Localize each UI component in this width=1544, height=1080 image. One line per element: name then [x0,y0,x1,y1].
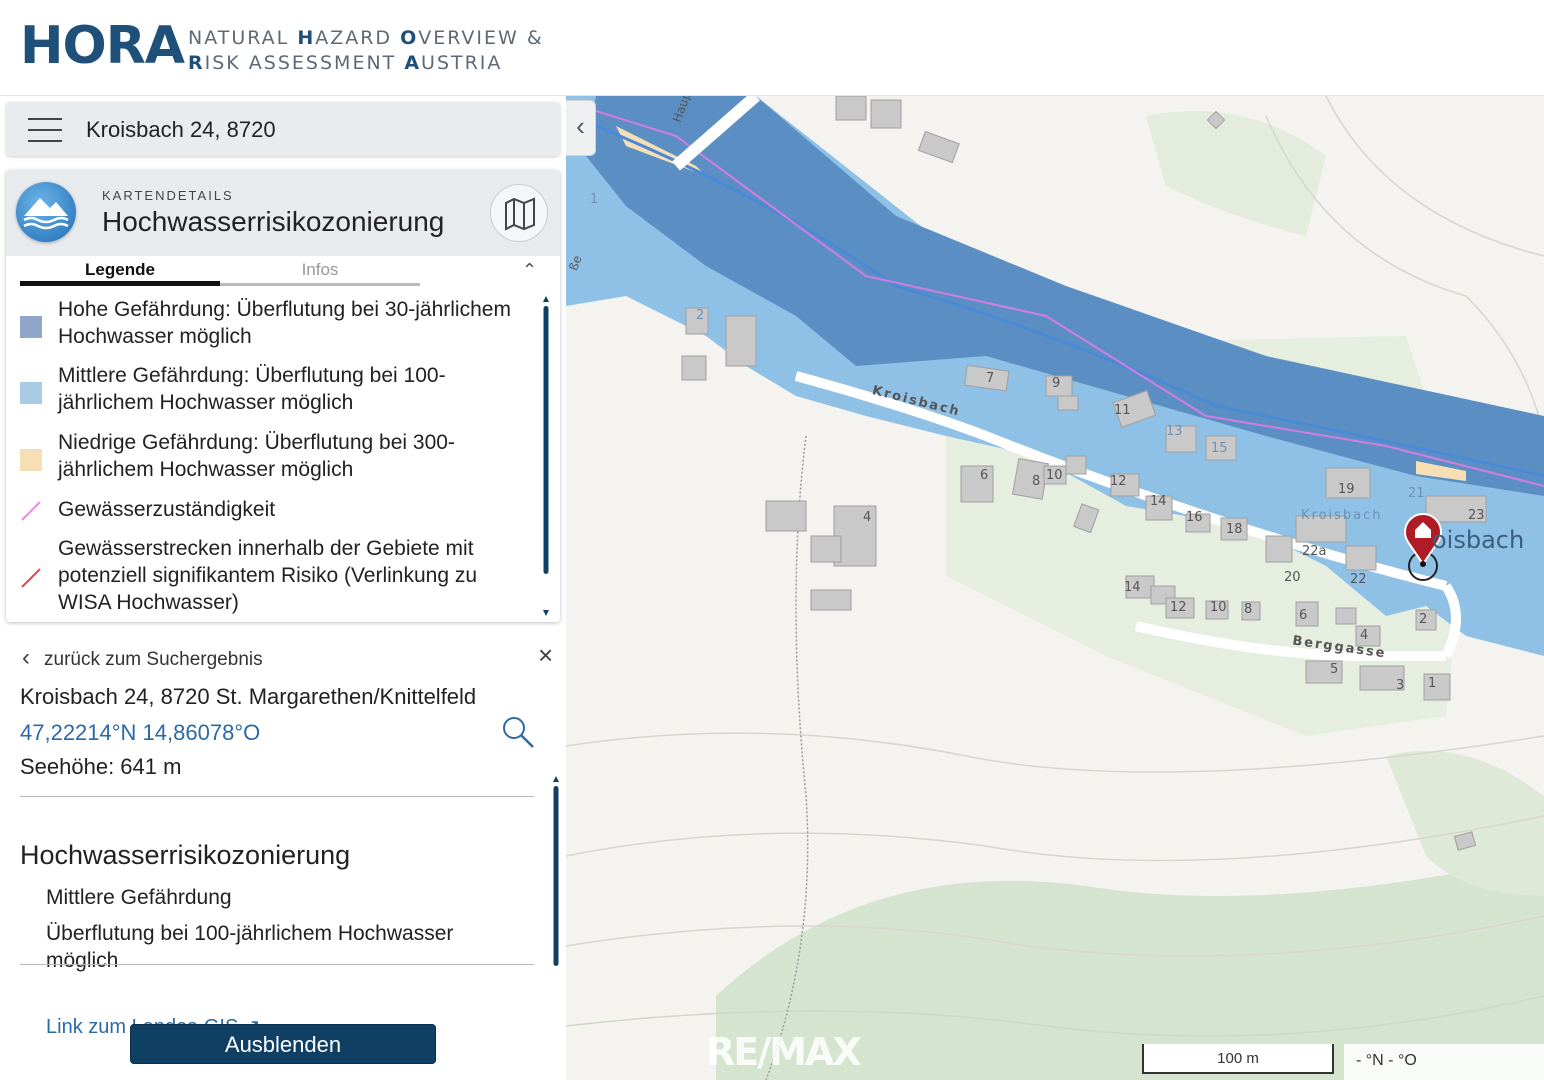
hide-button[interactable]: Ausblenden [130,1024,436,1064]
legend-item: Gewässerzuständigkeit [20,496,530,526]
house-number: 11 [1114,403,1131,418]
house-number: 10 [1210,600,1227,615]
watermark: RE/MAX [706,1030,862,1074]
divider [20,964,534,965]
legend-swatch-high [20,316,42,338]
house-number: 8 [1032,474,1041,489]
sidebar: Kroisbach 24, 8720 KARTENDETAILS Hochwas… [0,96,566,1080]
house-number: 20 [1284,570,1301,585]
house-number: 22a [1302,544,1327,559]
search-icon[interactable] [500,714,536,750]
menu-icon[interactable] [28,118,62,142]
legend-swatch-medium [20,382,42,404]
house-number: 21 [1408,486,1425,501]
legend-scrollbar[interactable] [542,296,550,620]
house-number: 1 [1428,676,1437,691]
forest-area [1386,751,1544,896]
details-header: KARTENDETAILS Hochwasserrisikozonierung [6,170,560,256]
coordinate-readout: - °N - °O [1344,1044,1544,1080]
house-number: 12 [1170,600,1187,615]
street-label: Kroisbach [1301,508,1383,523]
house-number: 8 [1244,602,1253,617]
legend-line-pink [21,501,41,521]
legend-item: Hohe Gefährdung: Überflutung bei 30-jähr… [20,296,530,356]
chevron-left-icon: ‹ [576,111,585,141]
result-scrollbar[interactable] [552,776,560,1080]
legend-swatch-low [20,449,42,471]
app-header: HORA NATURAL HAZARD OVERVIEW & RISK ASSE… [0,0,1544,96]
hora-logo[interactable]: HORA [20,16,185,76]
elevation: Seehöhe: 641 m [20,754,182,779]
collapse-sidebar-button[interactable]: ‹ [566,100,596,156]
house-number: 14 [1150,494,1167,509]
chevron-left-icon: ‹ [22,644,30,671]
result-address: Kroisbach 24, 8720 St. Margarethen/Knitt… [20,684,477,709]
details-title: Hochwasserrisikozonierung [102,206,445,237]
house-number: 2 [696,308,705,323]
coordinates-link[interactable]: 47,22214°N 14,86078°O [20,720,260,746]
map-scale: 100 m [1142,1044,1334,1074]
house-number: 15 [1211,441,1228,456]
chevron-up-icon[interactable]: ⌃ [522,260,537,281]
house-number: 18 [1226,522,1243,537]
house-number: 12 [1110,474,1127,489]
house-number: 2 [1419,612,1428,627]
house-number: 14 [1124,580,1141,595]
close-icon[interactable]: × [538,640,553,671]
house-number: 1 [590,192,599,207]
house-number: 19 [1338,482,1355,497]
house-number: 6 [980,468,989,483]
house-number: 5 [1330,662,1339,677]
logo-subtitle-line1: NATURAL HAZARD OVERVIEW & [188,27,544,49]
legend-list: Hohe Gefährdung: Überflutung bei 30-jähr… [20,296,540,620]
map-details-card: KARTENDETAILS Hochwasserrisikozonierung … [6,170,560,622]
logo-subtitle-line2: RISK ASSESSMENT AUSTRIA [188,52,503,74]
house-number: 6 [1299,608,1308,623]
house-number: 7 [986,371,995,386]
details-tabs: Legende Infos ⌃ [20,260,540,288]
divider [20,796,534,797]
legend-item: Niedrige Gefährdung: Überflutung bei 300… [20,429,530,489]
map-svg[interactable] [566,96,1544,1080]
hazard-section-title: Hochwasserrisikozonierung [20,840,351,870]
house-number: 23 [1468,508,1485,523]
house-number: 13 [1166,424,1183,439]
house-number: 10 [1046,468,1063,483]
legend-item: Mittlere Gefährdung: Überflutung bei 100… [20,362,530,422]
search-input[interactable]: Kroisbach 24, 8720 [86,117,276,143]
flood-wave-icon [16,182,76,242]
search-bar[interactable]: Kroisbach 24, 8720 [6,102,560,156]
house-number: 4 [863,510,872,525]
place-label: oisbach [1432,526,1525,554]
back-to-results-link[interactable]: ‹ zurück zum Suchergebnis [22,644,263,672]
house-number: 4 [1360,628,1369,643]
map-icon [505,197,535,231]
map-layers-button[interactable] [490,184,548,242]
search-result-panel: ‹ zurück zum Suchergebnis × Kroisbach 24,… [0,626,566,1080]
hazard-description: Überflutung bei 100-jährlichem Hochwasse… [46,922,454,972]
house-number: 16 [1186,510,1203,525]
house-number: 9 [1052,376,1061,391]
tab-infos[interactable]: Infos [220,260,420,286]
house-number: 22 [1350,572,1367,587]
house-number: 3 [1396,678,1405,693]
details-kicker: KARTENDETAILS [102,188,234,203]
logo-subtitle: NATURAL HAZARD OVERVIEW & RISK ASSESSMEN… [188,26,544,76]
map-canvas[interactable]: Kroisbach Kroisbach Berggasse Haup ße oi… [566,96,1544,1080]
tab-legende[interactable]: Legende [20,260,220,286]
meadow-area [1146,111,1326,236]
hazard-level: Mittlere Gefährdung [46,886,232,909]
legend-item: Gewässerstrecken innerhalb der Gebiete m… [20,535,530,619]
legend-line-red [21,568,41,588]
